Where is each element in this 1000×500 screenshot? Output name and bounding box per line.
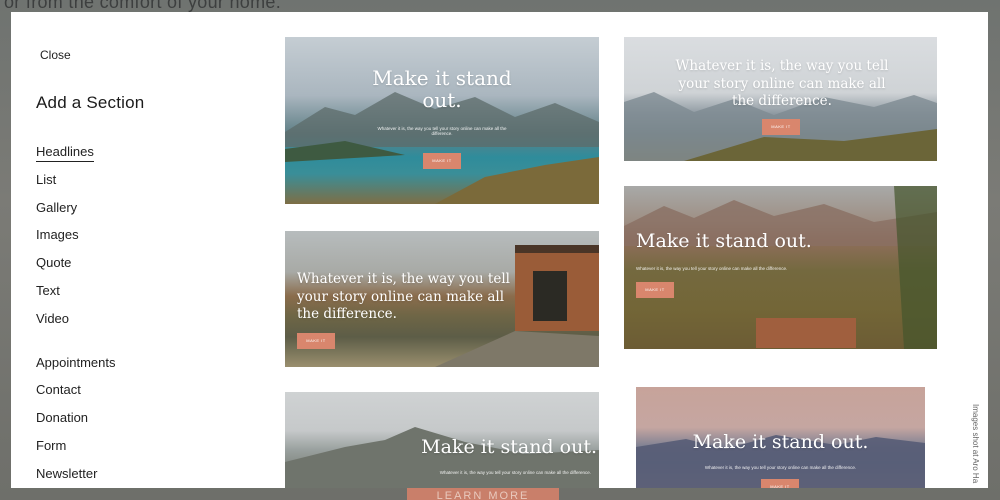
modal-title: Add a Section: [36, 93, 145, 112]
image-credit: Images shot at Aro Ha: [971, 404, 980, 484]
card-headline: Make it stand out.: [421, 436, 597, 458]
nav-item-images[interactable]: Images: [36, 226, 116, 254]
card-cta-button: MAKE IT: [636, 282, 674, 298]
card-subtext: Whatever it is, the way you tell your st…: [636, 266, 788, 271]
nav-item-form[interactable]: Form: [36, 437, 116, 465]
section-template-card[interactable]: Make it stand out. Whatever it is, the w…: [285, 392, 599, 488]
learn-more-button: LEARN MORE: [407, 487, 559, 500]
section-template-card[interactable]: Make it stand out. Whatever it is, the w…: [285, 37, 599, 204]
section-template-card[interactable]: Make it stand out. Whatever it is, the w…: [624, 186, 937, 349]
card-cta-button: MAKE IT: [423, 153, 461, 169]
close-button[interactable]: Close: [40, 48, 71, 62]
section-template-card[interactable]: Make it stand out. Whatever it is, the w…: [624, 374, 937, 488]
mountain-silhouette: [285, 92, 599, 204]
nav-item-contact[interactable]: Contact: [36, 381, 116, 409]
card-cta-button: MAKE IT: [762, 119, 800, 135]
nav-item-gallery[interactable]: Gallery: [36, 199, 116, 227]
nav-item-list[interactable]: List: [36, 171, 116, 199]
section-category-nav: Headlines List Gallery Images Quote Text…: [36, 143, 116, 488]
section-template-card[interactable]: Whatever it is, the way you tell your st…: [624, 37, 937, 161]
card-subtext: Whatever it is, the way you tell your st…: [439, 470, 591, 475]
card-headline: Whatever it is, the way you tell your st…: [297, 271, 510, 323]
card-headline: Make it stand out.: [636, 230, 812, 252]
nav-divider: [36, 338, 116, 354]
nav-item-headlines[interactable]: Headlines: [36, 143, 116, 171]
card-headline: Make it stand out.: [372, 66, 512, 112]
nav-item-newsletter[interactable]: Newsletter: [36, 465, 116, 488]
card-cta-button: MAKE IT: [761, 479, 799, 488]
section-template-card[interactable]: Whatever it is, the way you tell your st…: [285, 231, 599, 367]
nav-item-text[interactable]: Text: [36, 282, 116, 310]
nav-item-quote[interactable]: Quote: [36, 254, 116, 282]
card-cta-button: MAKE IT: [297, 333, 335, 349]
add-section-modal: Close Add a Section Headlines List Galle…: [11, 12, 988, 488]
nav-item-donation[interactable]: Donation: [36, 409, 116, 437]
card-headline: Whatever it is, the way you tell your st…: [675, 58, 889, 110]
card-headline: Make it stand out.: [692, 431, 869, 453]
nav-item-appointments[interactable]: Appointments: [36, 354, 116, 382]
card-subtext: Whatever it is, the way you tell your st…: [704, 465, 857, 470]
card-subtext: Whatever it is, the way you tell your st…: [377, 126, 507, 136]
nav-item-video[interactable]: Video: [36, 310, 116, 338]
